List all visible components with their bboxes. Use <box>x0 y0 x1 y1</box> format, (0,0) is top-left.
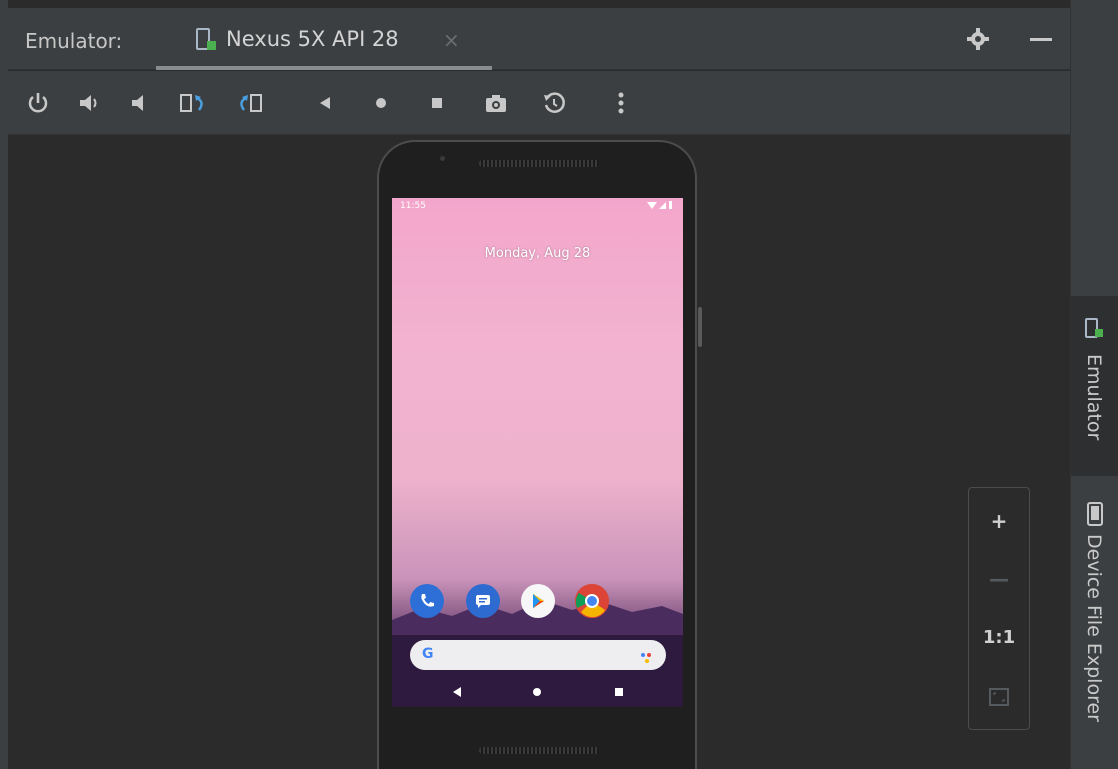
emulator-toolbar <box>8 71 1070 135</box>
side-tab-device-file-explorer[interactable]: Device File Explorer <box>1071 490 1118 760</box>
actual-size-button[interactable]: 1:1 <box>969 612 1029 662</box>
device-side-button[interactable] <box>698 307 702 347</box>
front-camera <box>440 156 445 161</box>
power-icon[interactable] <box>22 87 54 119</box>
tab-close-icon[interactable]: × <box>443 28 460 52</box>
assistant-icon[interactable] <box>640 649 654 668</box>
zoom-controls: + — 1:1 <box>968 487 1030 730</box>
volume-up-icon[interactable] <box>74 87 106 119</box>
settings-gear-icon[interactable] <box>963 24 993 54</box>
tool-window-title: Emulator: <box>25 29 123 53</box>
messages-app-icon[interactable] <box>466 584 500 618</box>
emulator-tab-bar: Emulator: Nexus 5X API 28 × <box>8 8 1070 70</box>
left-gutter <box>0 0 8 769</box>
minimize-icon[interactable] <box>1026 24 1056 54</box>
screenshot-camera-icon[interactable] <box>480 87 512 119</box>
tab-label: Nexus 5X API 28 <box>226 27 399 51</box>
volume-down-icon[interactable] <box>124 87 156 119</box>
overview-icon[interactable] <box>421 87 453 119</box>
more-options-icon[interactable] <box>605 87 637 119</box>
google-search-bar[interactable]: G <box>410 640 666 670</box>
nav-home-icon[interactable] <box>530 685 544 699</box>
bottom-speaker <box>479 747 599 754</box>
fit-screen-icon[interactable] <box>969 672 1029 722</box>
rotate-left-icon[interactable] <box>178 87 210 119</box>
snapshot-icon[interactable] <box>538 87 570 119</box>
android-nav-bar <box>392 678 683 707</box>
side-tab-emulator[interactable]: Emulator <box>1071 296 1118 476</box>
device-screen[interactable]: 11:55 Monday, Aug 28 G <box>392 198 683 707</box>
right-tool-window-bar: Emulator Device File Explorer <box>1070 0 1118 769</box>
status-icons <box>647 200 673 213</box>
side-tab-emulator-label: Emulator <box>1083 354 1105 441</box>
play-store-app-icon[interactable] <box>521 584 555 618</box>
active-tab-indicator <box>156 66 492 70</box>
google-logo: G <box>422 646 434 662</box>
emulator-icon <box>1085 318 1105 344</box>
device-icon <box>196 28 218 52</box>
back-icon[interactable] <box>309 87 341 119</box>
rotate-right-icon[interactable] <box>234 87 266 119</box>
nav-overview-icon[interactable] <box>612 685 626 699</box>
status-time: 11:55 <box>400 201 426 211</box>
chrome-app-icon[interactable] <box>575 584 609 618</box>
tab-nexus-5x[interactable]: Nexus 5X API 28 × <box>156 8 492 70</box>
top-speaker <box>479 160 599 167</box>
home-icon[interactable] <box>365 87 397 119</box>
nav-back-icon[interactable] <box>450 685 464 699</box>
zoom-in-button[interactable]: + <box>969 496 1029 546</box>
side-tab-device-file-explorer-label: Device File Explorer <box>1083 534 1105 722</box>
phone-app-icon[interactable] <box>410 584 444 618</box>
lockscreen-date: Monday, Aug 28 <box>484 246 591 261</box>
zoom-out-button[interactable]: — <box>969 554 1029 604</box>
status-bar: 11:55 <box>392 198 683 216</box>
device-file-explorer-icon <box>1086 502 1104 530</box>
